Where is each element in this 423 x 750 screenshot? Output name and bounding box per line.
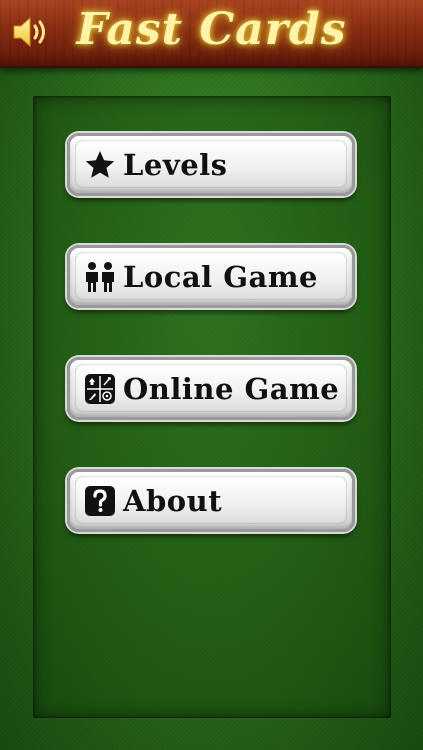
local-game-button[interactable]: Local Game [67, 245, 355, 308]
question-mark-icon [83, 484, 117, 518]
levels-button[interactable]: Levels [67, 133, 355, 196]
online-game-button[interactable]: Online Game [67, 357, 355, 420]
app-title: Fast Cards [76, 4, 347, 55]
star-icon [83, 148, 117, 182]
two-players-icon [83, 260, 117, 294]
about-label: About [123, 483, 223, 518]
local-game-label: Local Game [123, 259, 318, 294]
about-button[interactable]: About [67, 469, 355, 532]
header-bar: Fast Cards [0, 0, 423, 68]
online-game-grid-icon [83, 372, 117, 406]
levels-label: Levels [123, 147, 228, 182]
online-game-label: Online Game [123, 371, 340, 406]
